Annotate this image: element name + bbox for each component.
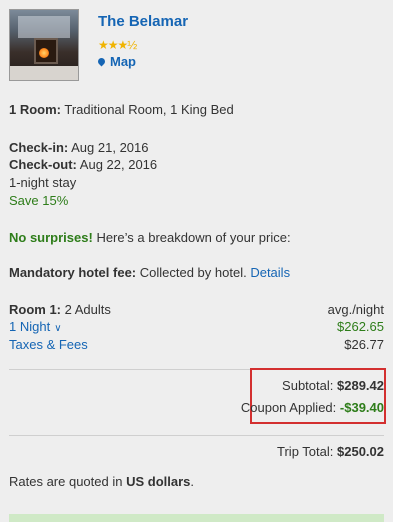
room-summary-label: 1 Room: (9, 102, 61, 117)
thumbnail-window (18, 16, 70, 38)
coupon-label: Coupon Applied: (240, 400, 337, 415)
avg-night-header: avg./night (327, 302, 384, 317)
map-link-label[interactable]: Map (110, 54, 136, 69)
savings-text: Save 15% (9, 193, 69, 208)
checkin-label: Check-in: (9, 140, 69, 155)
hotel-fee-row: Mandatory hotel fee: Collected by hotel.… (9, 265, 290, 280)
hotel-header: The Belamar ★★★½ Map (9, 9, 384, 83)
currency-note-prefix: Rates are quoted in (9, 474, 123, 489)
hotel-fee-label: Mandatory hotel fee: (9, 265, 137, 280)
subtotal-value: $289.42 (337, 378, 384, 393)
coupon-row: Coupon Applied: -$39.40 (241, 400, 384, 415)
checkin-value: Aug 21, 2016 (71, 140, 149, 155)
room-occupancy-value: 2 Adults (64, 302, 111, 317)
chevron-down-icon[interactable]: ∨ (54, 323, 61, 334)
subtotal-row: Subtotal: $289.42 (282, 378, 384, 393)
thumbnail-floor (10, 66, 78, 80)
map-link[interactable]: Map (96, 54, 136, 69)
nights-count: 1-night stay (9, 175, 77, 190)
nights-toggle[interactable]: 1 Night ∨ (9, 319, 62, 334)
room-summary-value: Traditional Room, 1 King Bed (64, 102, 234, 117)
divider (9, 435, 384, 436)
hotel-fee-text: Collected by hotel. (139, 265, 247, 280)
star-rating: ★★★½ (98, 38, 137, 52)
no-surprises-row: No surprises! Here’s a breakdown of your… (9, 230, 291, 245)
coupon-value: -$39.40 (339, 400, 384, 415)
no-surprises-label: No surprises! (9, 230, 93, 245)
trip-total-label: Trip Total: (277, 444, 334, 459)
no-surprises-text: Here’s a breakdown of your price: (96, 230, 291, 245)
subtotal-label: Subtotal: (282, 378, 334, 393)
currency-note-currency: US dollars (126, 474, 191, 489)
taxes-fees-value: $26.77 (344, 337, 384, 352)
thumbnail-fire (39, 48, 49, 58)
hotel-name[interactable]: The Belamar (98, 13, 188, 30)
checkin-row: Check-in: Aug 21, 2016 (9, 140, 149, 155)
checkout-label: Check-out: (9, 157, 77, 172)
room-summary: 1 Room: Traditional Room, 1 King Bed (9, 102, 234, 117)
bottom-banner (9, 514, 384, 522)
trip-total-value: $250.02 (337, 444, 384, 459)
currency-note-suffix: . (190, 474, 195, 489)
night-price: $262.65 (337, 319, 384, 334)
nights-toggle-label[interactable]: 1 Night (9, 319, 50, 334)
details-link[interactable]: Details (250, 265, 290, 280)
map-pin-icon (96, 56, 107, 67)
room-occupancy: Room 1: 2 Adults (9, 302, 111, 317)
checkout-row: Check-out: Aug 22, 2016 (9, 157, 157, 172)
currency-note: Rates are quoted in US dollars. (9, 474, 194, 489)
subtotal-highlight-box (250, 368, 386, 424)
room-occupancy-label: Room 1: (9, 302, 61, 317)
checkout-value: Aug 22, 2016 (79, 157, 158, 172)
hotel-thumbnail[interactable] (9, 9, 79, 81)
trip-total-row: Trip Total: $250.02 (277, 444, 384, 459)
taxes-fees-link[interactable]: Taxes & Fees (9, 337, 88, 352)
